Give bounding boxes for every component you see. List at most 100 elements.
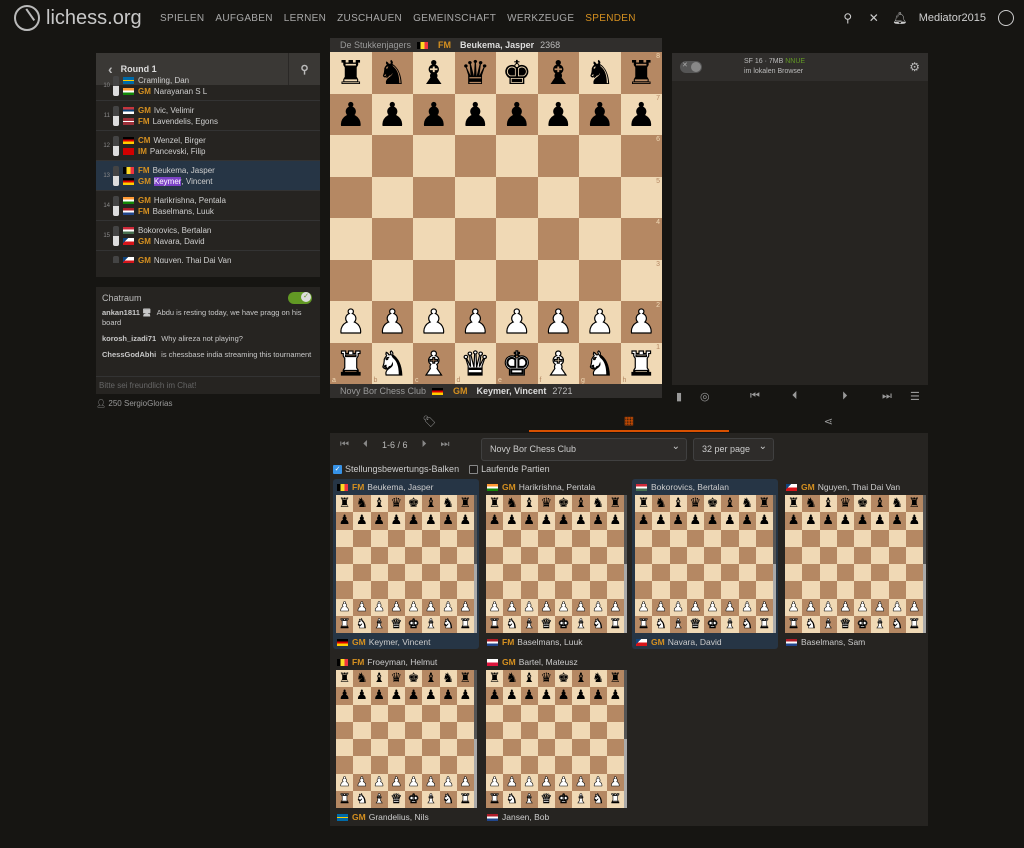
square[interactable]: ♟ [555, 512, 573, 530]
square[interactable]: ♟ [537, 773, 555, 791]
black-pawn-icon[interactable]: ♟ [489, 689, 501, 702]
square[interactable] [572, 529, 590, 547]
square[interactable]: ♛ d [454, 342, 496, 384]
black-king-icon[interactable]: ♚ [502, 56, 532, 89]
square[interactable] [370, 581, 388, 599]
square[interactable] [413, 259, 455, 301]
square[interactable]: ♟ [336, 512, 354, 530]
square[interactable] [686, 564, 704, 582]
black-pawn-icon[interactable]: ♟ [874, 514, 886, 527]
square[interactable] [669, 546, 687, 564]
black-pawn-icon[interactable]: ♟ [626, 98, 656, 131]
black-rook-icon[interactable]: ♜ [460, 497, 472, 510]
square[interactable]: ♟ [371, 301, 413, 343]
white-pawn-icon[interactable]: ♟ [672, 600, 684, 614]
white-pawn-icon[interactable]: ♟ [908, 600, 920, 614]
tab-share[interactable]: ⋖ [729, 410, 928, 432]
square[interactable] [579, 218, 621, 260]
square[interactable]: ♚ [854, 615, 872, 633]
square[interactable] [486, 546, 504, 564]
mini-chessboard[interactable]: ♜ ♞ ♝ ♛ ♚ ♝ ♞ ♜ ♟ ♟ ♟ ♟ ♟ ♟ ♟ ♟ ♟ ♟ ♟ ♟ ♟ ♟ ♟ ♟ ♜ ♞ ♝ ♛ ♚ ♝ ♞ ♜ [336, 495, 474, 633]
mini-player-top[interactable]: FM Beukema, Jasper [337, 481, 433, 493]
black-rook-icon[interactable]: ♜ [638, 497, 650, 510]
first-move-icon[interactable]: ⏮ [750, 390, 760, 403]
chat-user[interactable]: ankan1811 🖥 [102, 308, 152, 317]
black-pawn-icon[interactable]: ♟ [460, 514, 472, 527]
white-bishop-icon[interactable]: ♝ [672, 618, 684, 632]
black-king-icon[interactable]: ♚ [558, 672, 570, 685]
black-pawn-icon[interactable]: ♟ [425, 689, 437, 702]
square[interactable] [802, 546, 820, 564]
tab-tags[interactable]: 🏷︎ [330, 410, 529, 432]
bottom-player-name[interactable]: Keymer, Vincent [477, 386, 547, 396]
square[interactable] [454, 218, 496, 260]
black-bishop-icon[interactable]: ♝ [425, 497, 437, 510]
square[interactable]: ♚ [854, 495, 872, 513]
square[interactable] [606, 564, 624, 582]
white-pawn-icon[interactable]: ♟ [489, 775, 501, 789]
square[interactable]: ♟ [456, 598, 474, 616]
square[interactable] [405, 564, 423, 582]
square[interactable] [635, 581, 653, 599]
square[interactable] [721, 546, 739, 564]
square[interactable] [905, 564, 923, 582]
square[interactable] [537, 529, 555, 547]
square[interactable]: ♟ [503, 687, 521, 705]
square[interactable] [572, 704, 590, 722]
square[interactable] [439, 546, 457, 564]
black-pawn-icon[interactable]: ♟ [558, 514, 570, 527]
square[interactable]: ♟ [336, 687, 354, 705]
square[interactable]: ♛ [537, 495, 555, 513]
black-queen-icon[interactable]: ♛ [541, 497, 553, 510]
square[interactable] [555, 529, 573, 547]
square[interactable] [589, 581, 607, 599]
square[interactable]: ♟ [572, 512, 590, 530]
square[interactable] [520, 546, 538, 564]
game-row[interactable]: 10 Cramling, Dan GM Narayanan S L [96, 71, 320, 101]
square[interactable]: ♞ [439, 495, 457, 513]
square[interactable] [606, 704, 624, 722]
square[interactable] [572, 581, 590, 599]
square[interactable] [371, 259, 413, 301]
square[interactable]: ♚ [704, 495, 722, 513]
square[interactable]: ♛ [537, 615, 555, 633]
white-pawn-icon[interactable]: ♟ [805, 600, 817, 614]
white-rook-icon[interactable]: ♜ [758, 618, 770, 632]
square[interactable] [738, 581, 756, 599]
black-pawn-icon[interactable]: ♟ [408, 514, 420, 527]
square[interactable] [422, 721, 440, 739]
black-rook-icon[interactable]: ♜ [610, 497, 622, 510]
square[interactable]: ♞ [579, 52, 621, 94]
square[interactable]: ♟ [330, 93, 372, 135]
black-rook-icon[interactable]: ♜ [759, 497, 771, 510]
black-pawn-icon[interactable]: ♟ [840, 514, 852, 527]
square[interactable]: ♟ [371, 93, 413, 135]
square[interactable]: ♟ [439, 512, 457, 530]
black-pawn-icon[interactable]: ♟ [575, 514, 587, 527]
white-knight-icon[interactable]: ♞ [655, 618, 667, 632]
square[interactable]: ♝ [669, 615, 687, 633]
square[interactable]: ♛ [836, 615, 854, 633]
square[interactable] [454, 135, 496, 177]
square[interactable]: ♜ [486, 670, 504, 688]
white-pawn-icon[interactable]: ♟ [523, 600, 535, 614]
square[interactable]: ♜ [456, 670, 474, 688]
game-row[interactable]: 15 Bokorovics, Bertalan GM Navara, David [96, 221, 320, 251]
white-pawn-icon[interactable]: ♟ [584, 305, 615, 339]
square[interactable]: ♞ [589, 495, 607, 513]
square[interactable]: ♝ [819, 615, 837, 633]
white-rook-icon[interactable]: ♜ [335, 346, 366, 380]
square[interactable]: ♜ [336, 615, 354, 633]
search-icon[interactable]: ⚲ [841, 11, 855, 25]
black-knight-icon[interactable]: ♞ [506, 672, 518, 685]
square[interactable]: ♟ [721, 512, 739, 530]
square[interactable] [486, 564, 504, 582]
square[interactable] [353, 546, 371, 564]
black-pawn-icon[interactable]: ♟ [489, 514, 501, 527]
square[interactable] [854, 546, 872, 564]
white-king-icon[interactable]: ♚ [558, 793, 570, 807]
white-knight-icon[interactable]: ♞ [377, 346, 408, 380]
black-pawn-icon[interactable]: ♟ [592, 514, 604, 527]
black-king-icon[interactable]: ♚ [857, 497, 869, 510]
square[interactable] [503, 564, 521, 582]
